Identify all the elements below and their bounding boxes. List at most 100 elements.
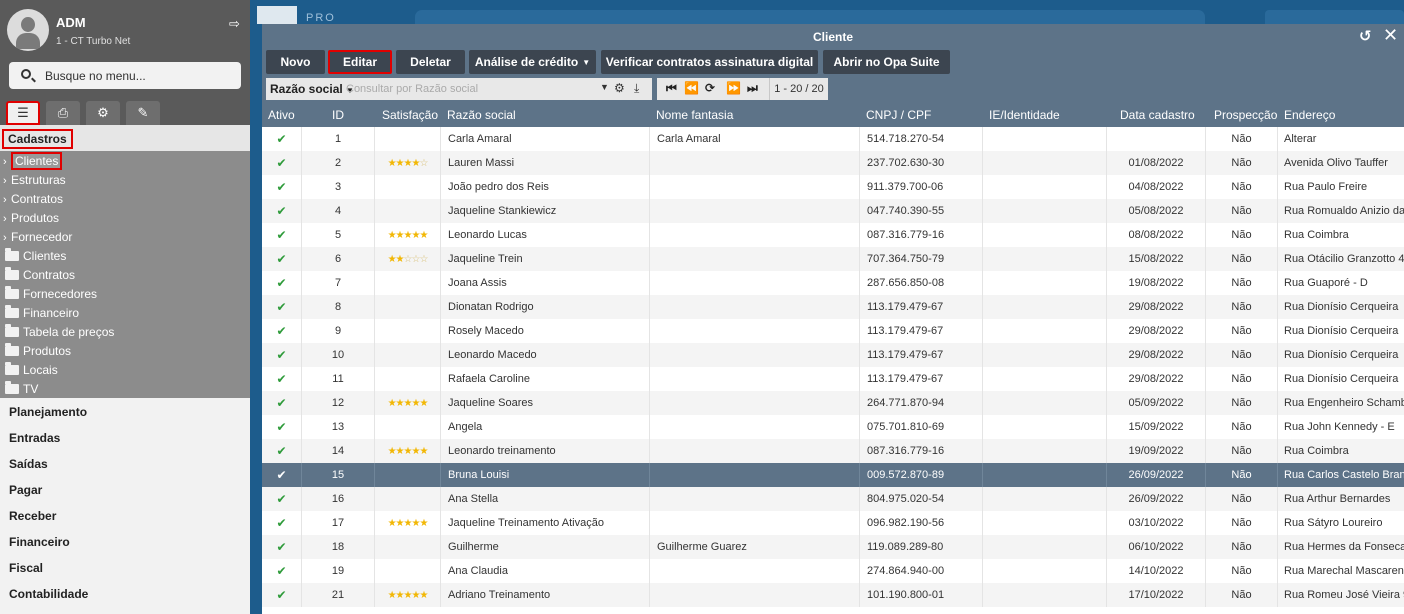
table-row[interactable]: ✔ 11 Rafaela Caroline 113.179.479-67 29/08/2… [262,367,1404,391]
close-icon[interactable]: ✕ [1383,25,1398,46]
col-satisfacao[interactable]: Satisfação [382,108,438,122]
cell-razao: Lauren Massi [440,151,649,175]
history-icon[interactable]: ↺ [1359,27,1372,45]
menu-contabilidade[interactable]: Contabilidade [9,587,88,601]
cell-data: 19/09/2022 [1106,439,1205,463]
menu-fiscal[interactable]: Fiscal [9,561,43,575]
novo-button[interactable]: Novo [266,50,325,74]
cell-prosp: Não [1205,487,1277,511]
table-row[interactable]: ✔ 7 Joana Assis 287.656.850-08 19/08/2022 Não… [262,271,1404,295]
menu-pagar[interactable]: Pagar [9,483,42,497]
folder-clientes[interactable]: Clientes [5,247,66,266]
table-row[interactable]: ✔ 15 Bruna Louisi 009.572.870-89 26/09/2022 N… [262,463,1404,487]
active-check-icon: ✔ [276,156,287,170]
table-row[interactable]: ✔ 2 ★★★★☆ Lauren Massi 237.702.630-30 01/08/2… [262,151,1404,175]
table-row[interactable]: ✔ 4 Jaqueline Stankiewicz 047.740.390-55 05/… [262,199,1404,223]
editar-button[interactable]: Editar [328,50,392,74]
table-row[interactable]: ✔ 9 Rosely Macedo 113.179.479-67 29/08/2022 N… [262,319,1404,343]
table-row[interactable]: ✔ 16 Ana Stella 804.975.020-54 26/09/2022 Não… [262,487,1404,511]
table-row[interactable]: ✔ 1 Carla Amaral Carla Amaral 514.718.270-54… [262,127,1404,151]
logout-icon[interactable]: ⇨ [229,16,240,32]
table-row[interactable]: ✔ 5 ★★★★★ Leonardo Lucas 087.316.779-16 08/08… [262,223,1404,247]
menu-planejamento[interactable]: Planejamento [9,405,87,419]
col-cnpj-cpf[interactable]: CNPJ / CPF [866,108,931,122]
folder-locais[interactable]: Locais [5,361,58,380]
cell-prosp: Não [1205,463,1277,487]
table-row[interactable]: ✔ 18 Guilherme Guilherme Guarez 119.089.289-… [262,535,1404,559]
tree-item-produtos[interactable]: › Produtos [3,209,59,228]
col-ativo[interactable]: Ativo [268,108,295,122]
table-row[interactable]: ✔ 6 ★★☆☆☆ Jaqueline Trein 707.364.750-79 15/0… [262,247,1404,271]
filter-input[interactable] [346,81,596,97]
satisfaction-stars [374,535,440,559]
table-row[interactable]: ✔ 8 Dionatan Rodrigo 113.179.479-67 29/08/20… [262,295,1404,319]
col-nome-fantasia[interactable]: Nome fantasia [656,108,733,122]
cell-cnpj: 113.179.479-67 [859,319,982,343]
menu-receber[interactable]: Receber [9,509,56,523]
folder-produtos[interactable]: Produtos [5,342,71,361]
folder-contratos[interactable]: Contratos [5,266,75,285]
col-data-cadastro[interactable]: Data cadastro [1120,108,1195,122]
verificar-contratos-button[interactable]: Verificar contratos assinatura digital [601,50,818,74]
abrir-opa-suite-button[interactable]: Abrir no Opa Suite [823,50,950,74]
wrench-icon[interactable]: ✎ [126,101,160,125]
next-page-icon[interactable]: ⏩ [726,81,741,95]
pager: ⏮ ⏪ ⟳ ⏩ ⏭ 1 - 20 / 20 [657,78,828,100]
tree-item-contratos[interactable]: › Contratos [3,190,63,209]
table-row[interactable]: ✔ 12 ★★★★★ Jaqueline Soares 264.771.870-94 05… [262,391,1404,415]
tree-item-estruturas[interactable]: › Estruturas [3,171,66,190]
cell-fantasia: Guilherme Guarez [649,535,859,559]
first-page-icon[interactable]: ⏮ [666,81,677,96]
folder-tabela-de-precos[interactable]: Tabela de preços [5,323,114,342]
table-row[interactable]: ✔ 10 Leonardo Macedo 113.179.479-67 29/08/20… [262,343,1404,367]
cell-cnpj: 096.982.190-56 [859,511,982,535]
cell-prosp: Não [1205,535,1277,559]
list-icon[interactable]: ☰ [6,101,40,125]
table-row[interactable]: ✔ 19 Ana Claudia 274.864.940-00 14/10/2022 Nã… [262,559,1404,583]
col-ie-identidade[interactable]: IE/Identidade [989,108,1060,122]
folder-fornecedores[interactable]: Fornecedores [5,285,97,304]
tree-item-fornecedor[interactable]: › Fornecedor [3,228,72,247]
cell-prosp: Não [1205,583,1277,607]
folder-financeiro[interactable]: Financeiro [5,304,79,323]
analise-credito-button[interactable]: Análise de crédito ▼ [469,50,596,74]
cell-data: 29/08/2022 [1106,295,1205,319]
menu-financeiro[interactable]: Financeiro [9,535,70,549]
table-row[interactable]: ✔ 3 João pedro dos Reis 911.379.700-06 04/08… [262,175,1404,199]
col-razao-social[interactable]: Razão social [447,108,516,122]
gears-icon[interactable]: ⚙ [614,81,625,95]
folder-tv[interactable]: TV [5,380,38,399]
table-row[interactable]: ✔ 13 Angela 075.701.810-69 15/09/2022 Não Rua … [262,415,1404,439]
menu-saidas[interactable]: Saídas [9,457,48,471]
gears-icon[interactable]: ⚙ [86,101,120,125]
filter-dropdown-icon[interactable]: ▼ [600,82,609,92]
download-icon[interactable]: ⤓ [634,81,639,96]
cell-id: 17 [301,511,374,535]
refresh-icon[interactable]: ⟳ [705,81,715,95]
col-id[interactable]: ID [332,108,344,122]
satisfaction-stars [374,175,440,199]
menu-search[interactable] [9,62,241,89]
menu-entradas[interactable]: Entradas [9,431,60,445]
section-cadastros[interactable]: Cadastros [0,125,250,151]
cell-id: 7 [301,271,374,295]
dialog-titlebar[interactable]: Cliente ↺ ✕ [262,24,1404,47]
table-row[interactable]: ✔ 21 ★★★★★ Adriano Treinamento 101.190.800-0… [262,583,1404,607]
cell-razao: Guilherme [440,535,649,559]
menu-search-input[interactable] [45,67,235,84]
deletar-button[interactable]: Deletar [396,50,465,74]
cell-ie [982,151,1106,175]
tree-item-clientes[interactable]: › Clientes [3,152,63,171]
prev-page-icon[interactable]: ⏪ [684,81,699,95]
cell-ie [982,415,1106,439]
col-endereco[interactable]: Endereço [1284,108,1335,122]
table-row[interactable]: ✔ 14 ★★★★★ Leonardo treinamento 087.316.779-… [262,439,1404,463]
last-page-icon[interactable]: ⏭ [747,81,758,96]
filter-field-select[interactable]: Razão social ▼ [270,82,354,96]
printer-icon[interactable]: ⎙ [46,101,80,125]
table-row[interactable]: ✔ 17 ★★★★★ Jaqueline Treinamento Ativação 09… [262,511,1404,535]
active-check-icon: ✔ [276,468,287,482]
cell-ie [982,175,1106,199]
cell-cnpj: 101.190.800-01 [859,583,982,607]
col-prospeccao[interactable]: Prospecção [1214,108,1277,122]
